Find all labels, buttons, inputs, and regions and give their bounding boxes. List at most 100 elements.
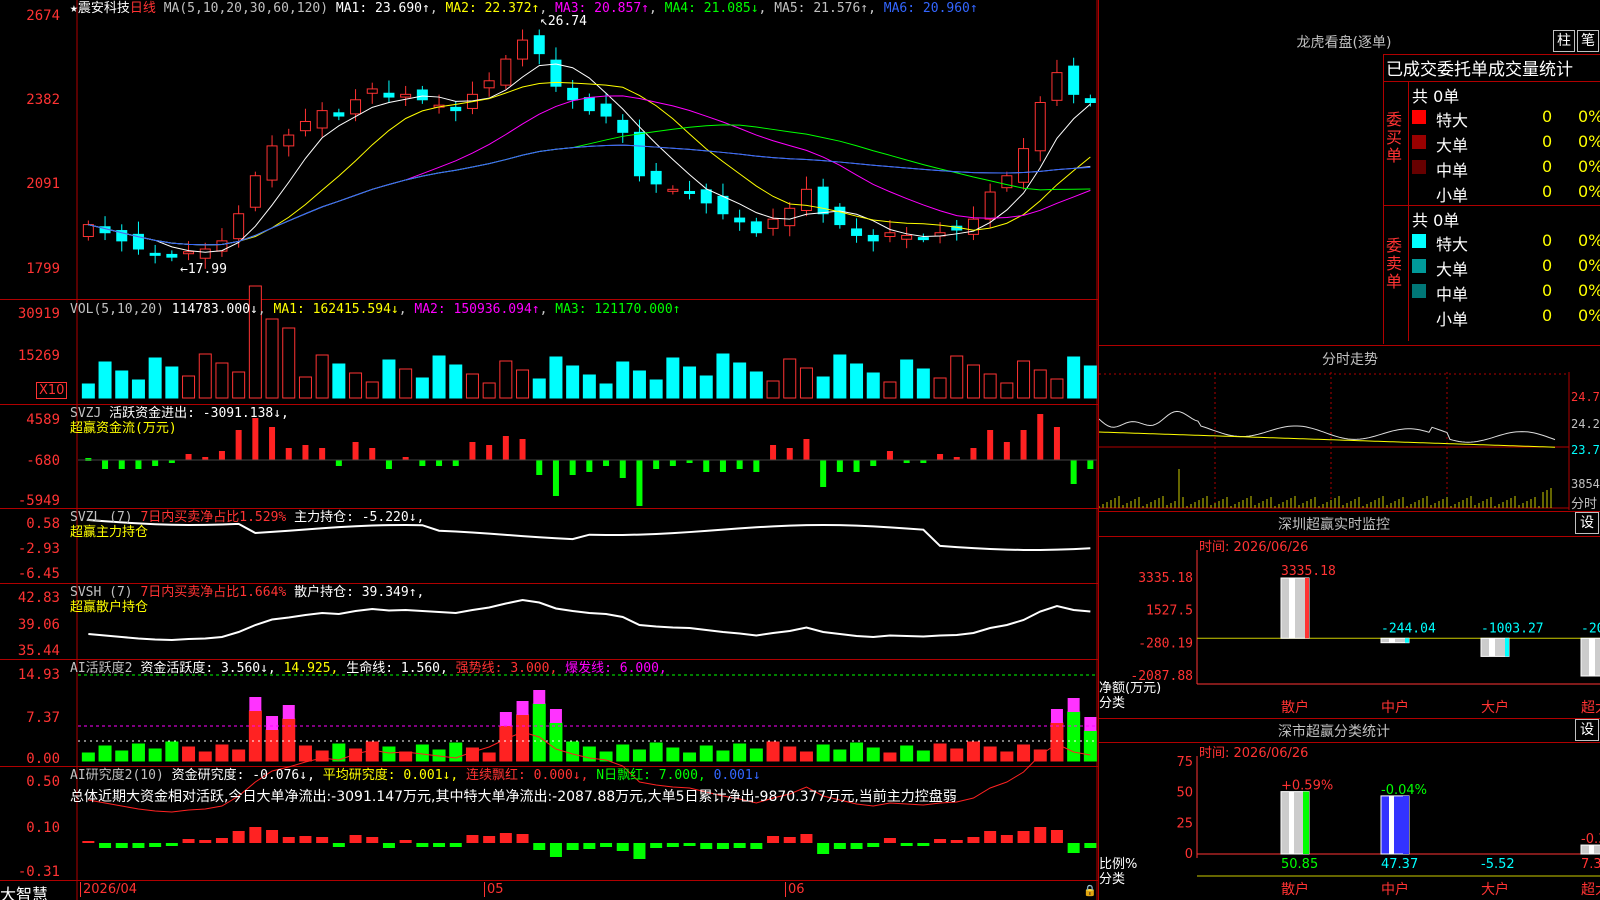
svzl-header: SVZL (7) 7日内买卖净占比1.529% 主力持仓: -5.220↓, <box>70 510 425 525</box>
ai-bar <box>683 752 697 762</box>
ai2-bar <box>232 831 245 843</box>
intraday-y-label: 23.75 <box>1571 443 1600 457</box>
volume-unit: X10 <box>36 382 68 399</box>
low-label: ←17.99 <box>180 262 227 277</box>
ai-bar <box>165 741 179 762</box>
candle <box>917 237 929 241</box>
sz-value-label: -244.04 <box>1381 621 1436 636</box>
candle <box>617 119 629 133</box>
ai-bar <box>632 749 646 762</box>
svzj-bar <box>1003 442 1010 460</box>
volume-bar <box>1017 360 1031 399</box>
y-label: 1799 <box>26 261 60 277</box>
trade-view-button[interactable]: 笔 <box>1577 30 1599 52</box>
sz-settings-button[interactable]: 设 <box>1575 512 1599 534</box>
ss-change-label: +0.59% <box>1281 779 1333 794</box>
ai2-bar <box>282 837 295 843</box>
svzj-bar <box>302 445 309 460</box>
brand-logo: 大智慧 <box>0 885 49 900</box>
ai-bar-top <box>499 712 512 726</box>
star-icon[interactable]: ★ <box>70 1 78 16</box>
svzj-bar <box>152 460 159 466</box>
ai-bar <box>966 741 980 762</box>
volume-bar <box>81 383 95 399</box>
volume-bar <box>933 377 947 399</box>
ai2-bar <box>266 830 279 843</box>
bar-view-button[interactable]: 柱 <box>1553 30 1575 52</box>
row-value: 0 <box>1542 157 1553 176</box>
ss-settings-button[interactable]: 设 <box>1575 719 1599 741</box>
intraday-price-line <box>1099 410 1556 443</box>
ai-bar <box>816 744 830 762</box>
lhb-row: 特大 0 0% <box>1412 231 1600 254</box>
ai-bar <box>916 750 930 762</box>
candle <box>700 189 712 204</box>
candle <box>450 106 462 112</box>
row-percent: 0% <box>1578 157 1600 176</box>
svzj-bar <box>436 460 443 466</box>
ss-ratio-chart[interactable]: 75 50 25 0 +0.59% 50.85 散户 -0.04% 47.37 中户 -5.52 大户… <box>1099 756 1600 900</box>
ai2-bar <box>199 840 212 843</box>
candle <box>500 58 512 86</box>
svzj-bar <box>703 460 710 472</box>
row-value: 0 <box>1542 306 1553 325</box>
candle <box>1034 101 1046 152</box>
ai-bar <box>783 746 797 762</box>
ai2-bar <box>349 835 362 843</box>
svzl-subtitle: 超赢主力持仓 <box>70 525 149 540</box>
volume-bar <box>1083 365 1097 399</box>
volume-bar <box>549 356 563 399</box>
row-value: 0 <box>1542 256 1553 275</box>
ss-category: 散户 <box>1281 881 1309 898</box>
ai2-bar <box>666 843 679 847</box>
ai-bar <box>833 749 847 762</box>
ai2-bar <box>633 843 646 859</box>
ai-bar <box>182 746 196 762</box>
volume-bar <box>599 383 613 399</box>
y-label: 15269 <box>17 348 60 364</box>
ai2-bar <box>299 836 312 843</box>
row-percent: 0% <box>1578 231 1600 250</box>
ai2-bar <box>750 843 763 849</box>
chart-area[interactable] <box>0 0 1098 900</box>
ai-bar <box>666 747 680 762</box>
ai-bar <box>516 714 530 762</box>
ss-bar-highlight <box>1289 791 1294 854</box>
candle <box>166 253 178 258</box>
ai-bar-top <box>1067 698 1080 712</box>
ai2-bar <box>833 843 846 849</box>
volume-bar <box>1000 382 1014 399</box>
candle <box>600 103 612 117</box>
row-name: 大单 <box>1436 260 1469 279</box>
intraday-chart[interactable] <box>1099 372 1600 510</box>
candle <box>517 39 529 60</box>
intraday-title: 分时走势 <box>1322 352 1378 368</box>
candle <box>684 190 696 194</box>
sz-ylabel: 净额(万元) 分类 <box>1099 681 1162 711</box>
right-panel: 龙虎看盘(逐单) 柱 笔 已成交委托单成交量统计 委买单 共 0单 特大00%大… <box>1098 0 1600 900</box>
svzj-bar <box>586 460 593 472</box>
ai-bar <box>98 745 112 762</box>
ai2-bar <box>950 840 963 843</box>
svzj-bar <box>1087 460 1094 469</box>
sell-total: 共 0单 <box>1412 211 1460 230</box>
lock-icon[interactable]: 🔒 <box>1083 884 1097 897</box>
svzj-bar <box>486 445 493 460</box>
volume-bar <box>516 369 530 399</box>
y-label: 39.06 <box>17 617 60 633</box>
lhb-row: 大单 0 0% <box>1412 132 1600 155</box>
ai-bar <box>866 747 880 762</box>
ai2-bar <box>249 827 262 843</box>
sz-net-chart[interactable]: 3335.18 1527.5 -280.19 -2087.88 3335.18 散户 -24… <box>1099 550 1600 720</box>
svzj-bar <box>653 460 660 469</box>
svsh-header: SVSH (7) 7日内买卖净占比1.664% 散户持仓: 39.349↑, <box>70 585 425 600</box>
y-label: 2674 <box>26 8 60 24</box>
ai2-bar <box>967 837 980 843</box>
volume-bar <box>315 354 329 399</box>
volume-bar <box>532 378 546 399</box>
ai2-bar <box>483 836 496 843</box>
ai-bar <box>265 729 279 762</box>
volume-bar <box>683 366 697 399</box>
volume-bar <box>131 379 145 399</box>
ss-category: 中户 <box>1381 881 1409 898</box>
